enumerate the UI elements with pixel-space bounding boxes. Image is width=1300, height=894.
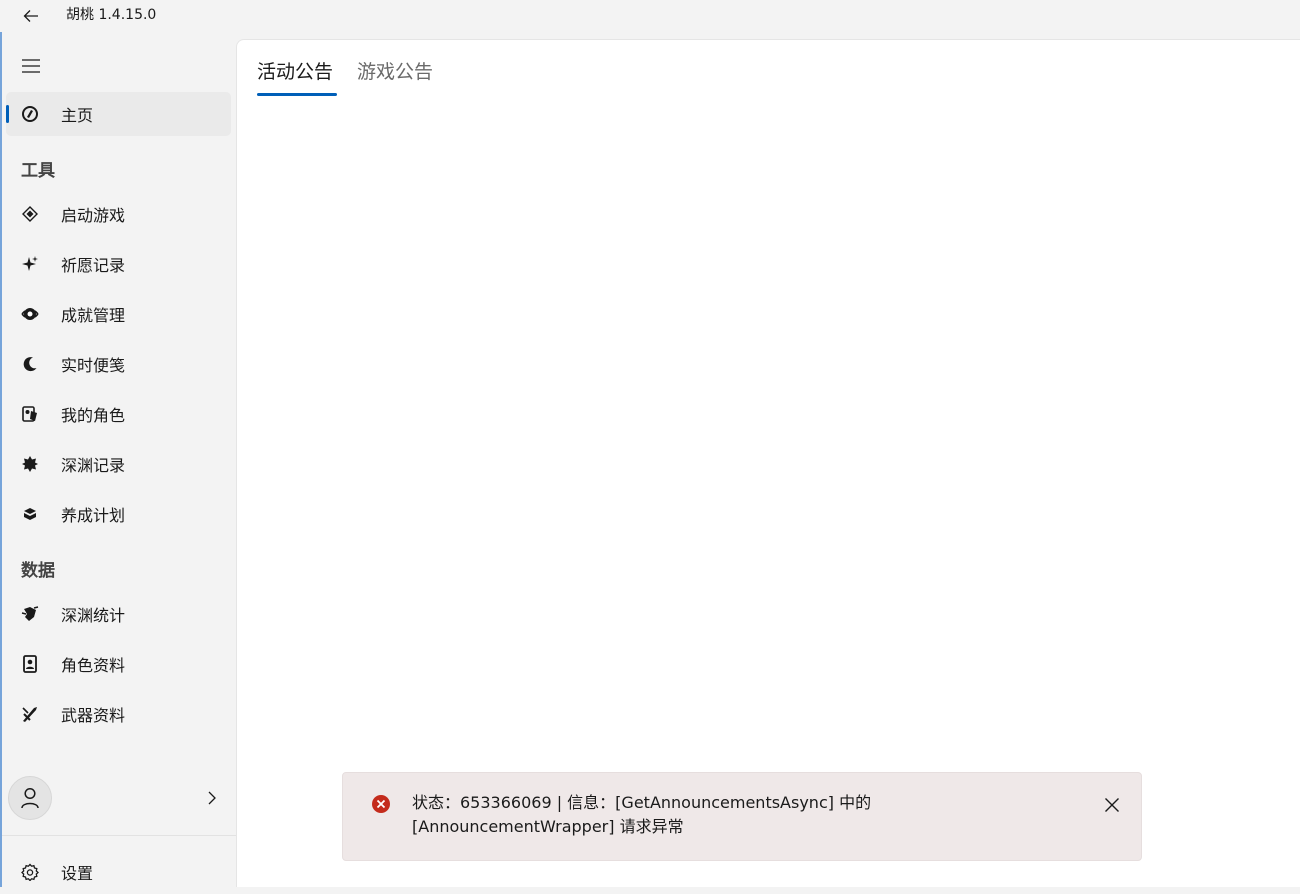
- nav-label-abyss-stats: 深渊统计: [61, 606, 126, 625]
- nav-item-launch-game[interactable]: 启动游戏: [6, 192, 231, 236]
- nav-item-home[interactable]: 主页: [6, 92, 231, 136]
- abyss-icon: [20, 454, 40, 474]
- app-title: 胡桃 1.4.15.0: [66, 7, 157, 23]
- nav-item-daily-note[interactable]: 实时便笺: [6, 342, 231, 386]
- title-bar: 胡桃 1.4.15.0: [0, 0, 1300, 32]
- tab-game-announcements[interactable]: 游戏公告: [357, 57, 433, 84]
- user-avatar-button[interactable]: [8, 776, 52, 820]
- nav-label-achievements: 成就管理: [61, 306, 126, 325]
- nav-item-abyss-record[interactable]: 深渊记录: [6, 442, 231, 486]
- nav-label-home: 主页: [61, 106, 94, 125]
- nav-label-settings: 设置: [61, 864, 94, 883]
- launch-game-icon: [20, 204, 40, 224]
- cultivation-icon: [20, 504, 40, 524]
- selection-indicator: [6, 105, 9, 123]
- nav-item-character-wiki[interactable]: 角色资料: [6, 642, 231, 686]
- error-message-line-1: 状态：653366069 | 信息：[GetAnnouncementsAsync…: [412, 793, 872, 812]
- nav-item-achievements[interactable]: 成就管理: [6, 292, 231, 336]
- error-message: 状态：653366069 | 信息：[GetAnnouncementsAsync…: [412, 791, 972, 839]
- nav-label-my-characters: 我的角色: [61, 406, 126, 425]
- chevron-right-icon: [208, 791, 216, 805]
- moon-icon: [20, 354, 40, 374]
- content-area: 活动公告 游戏公告: [236, 39, 1300, 887]
- abyss-stats-icon: [20, 604, 40, 624]
- menu-toggle-button[interactable]: [14, 52, 48, 80]
- nav-label-launch-game: 启动游戏: [61, 206, 126, 225]
- nav-item-my-characters[interactable]: 我的角色: [6, 392, 231, 436]
- back-button[interactable]: [16, 4, 46, 28]
- nav-label-abyss-record: 深渊记录: [61, 456, 126, 475]
- hamburger-icon: [22, 59, 40, 73]
- close-icon: [1105, 798, 1119, 812]
- section-header-tools: 工具: [21, 161, 55, 181]
- sparkle-icon: [20, 254, 40, 274]
- person-icon: [21, 787, 39, 809]
- navigation-pane: 主页 工具 启动游戏 祈愿记录 成就管理 实时便笺 我的角色 深渊记录 养成计划…: [2, 40, 236, 887]
- nav-item-abyss-stats[interactable]: 深渊统计: [6, 592, 231, 636]
- error-infobar: 状态：653366069 | 信息：[GetAnnouncementsAsync…: [342, 772, 1142, 861]
- achievement-icon: [20, 304, 40, 324]
- nav-label-wish-history: 祈愿记录: [61, 256, 126, 275]
- active-tab-indicator: [257, 93, 337, 96]
- weapon-wiki-icon: [20, 704, 40, 724]
- nav-label-cultivation: 养成计划: [61, 506, 126, 525]
- nav-item-settings[interactable]: 设置: [6, 850, 231, 894]
- error-icon: [372, 795, 390, 813]
- nav-item-wish-history[interactable]: 祈愿记录: [6, 242, 231, 286]
- nav-label-daily-note: 实时便笺: [61, 356, 126, 375]
- nav-label-character-wiki: 角色资料: [61, 656, 126, 675]
- home-icon: [20, 104, 40, 124]
- nav-item-cultivation[interactable]: 养成计划: [6, 492, 231, 536]
- error-message-line-2: [AnnouncementWrapper] 请求异常: [412, 817, 684, 836]
- footer-divider: [2, 835, 236, 836]
- section-header-data: 数据: [21, 561, 55, 581]
- nav-label-weapon-wiki: 武器资料: [61, 706, 126, 725]
- expand-user-button[interactable]: [202, 788, 222, 808]
- character-icon: [20, 404, 40, 424]
- close-infobar-button[interactable]: [1098, 791, 1126, 819]
- gear-icon: [20, 862, 40, 882]
- character-wiki-icon: [20, 654, 40, 674]
- tab-event-announcements[interactable]: 活动公告: [257, 57, 333, 84]
- nav-item-weapon-wiki[interactable]: 武器资料: [6, 692, 231, 736]
- arrow-left-icon: [23, 10, 38, 22]
